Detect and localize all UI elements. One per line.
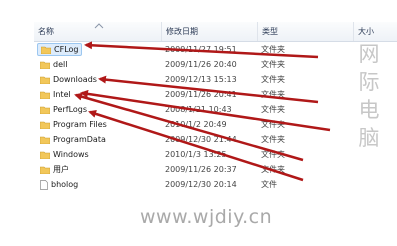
file-name-cell: Program Files [37, 118, 110, 131]
column-header-name-label: 名称 [38, 27, 54, 36]
file-date: 2009/11/26 20:37 [165, 165, 237, 174]
file-name-cell: Intel [37, 88, 74, 101]
file-name-cell: Downloads [37, 73, 100, 86]
file-name-cell: bholog [37, 178, 81, 191]
file-type: 文件夹 [261, 150, 285, 159]
file-name-box: Windows [37, 149, 92, 160]
file-row[interactable]: Windows 2010/1/3 13:25 文件夹 [34, 148, 397, 161]
watermark-char: 际 [358, 70, 380, 94]
navigation-pane [0, 22, 34, 194]
file-name: Intel [53, 90, 71, 99]
file-name: Windows [53, 150, 89, 159]
file-row[interactable]: Program Files 2010/1/2 20:49 文件夹 [34, 118, 397, 131]
watermark-char: 网 [358, 42, 380, 66]
folder-icon [40, 61, 50, 69]
watermark-char: 脑 [358, 126, 380, 150]
file-name-cell: 用户 [37, 163, 72, 176]
file-date: 2009/11/27 19:51 [165, 45, 237, 54]
file-type: 文件夹 [261, 90, 285, 99]
file-type: 文件夹 [261, 120, 285, 129]
file-name-box: Program Files [37, 119, 110, 130]
file-row[interactable]: Intel 2009/11/26 20:41 文件夹 [34, 88, 397, 101]
file-type: 文件夹 [261, 165, 285, 174]
watermark-char: 电 [358, 98, 380, 122]
folder-icon [41, 46, 51, 54]
file-name-box: PerfLogs [37, 104, 90, 115]
file-type: 文件夹 [261, 135, 285, 144]
file-date: 2008/1/21 10:43 [165, 105, 232, 114]
file-type: 文件夹 [261, 60, 285, 69]
file-date: 2009/12/30 21:44 [165, 135, 237, 144]
file-date: 2009/12/30 20:14 [165, 180, 237, 189]
column-header-date-label: 修改日期 [166, 27, 198, 36]
column-header-bar: 名称 修改日期 类型 大小 [34, 22, 397, 42]
footer-url: www.wjdiy.cn [140, 206, 273, 228]
file-row[interactable]: bholog 2009/12/30 20:14 文件 [34, 178, 397, 191]
sort-ascending-icon [94, 23, 104, 29]
file-name: PerfLogs [53, 105, 88, 114]
file-type: 文件夹 [261, 75, 285, 84]
file-name: ProgramData [53, 135, 106, 144]
file-list: 名称 修改日期 类型 大小 CFLog 2009/11/27 19:51 文件夹 de… [34, 22, 397, 194]
column-header-date[interactable]: 修改日期 [161, 22, 257, 41]
folder-icon [40, 76, 50, 84]
column-header-type[interactable]: 类型 [257, 22, 353, 41]
file-name: Downloads [53, 75, 97, 84]
file-date: 2009/12/13 15:13 [165, 75, 237, 84]
file-row[interactable]: PerfLogs 2008/1/21 10:43 文件夹 [34, 103, 397, 116]
file-row[interactable]: dell 2009/11/26 20:40 文件夹 [34, 58, 397, 71]
file-type: 文件夹 [261, 105, 285, 114]
folder-icon [40, 166, 50, 174]
file-name-cell: PerfLogs [37, 103, 90, 116]
folder-icon [40, 136, 50, 144]
file-date: 2009/11/26 20:41 [165, 90, 237, 99]
file-date: 2010/1/3 13:25 [165, 150, 227, 159]
file-type: 文件夹 [261, 45, 285, 54]
file-row[interactable]: 用户 2009/11/26 20:37 文件夹 [34, 163, 397, 176]
file-row[interactable]: Downloads 2009/12/13 15:13 文件夹 [34, 73, 397, 86]
file-name-box: CFLog [37, 43, 83, 56]
file-name: bholog [51, 180, 79, 189]
file-name-box: 用户 [37, 164, 72, 175]
file-name: Program Files [53, 120, 107, 129]
column-header-name[interactable]: 名称 [34, 22, 161, 41]
file-name: CFLog [54, 45, 79, 54]
column-header-size-label: 大小 [358, 27, 374, 36]
column-header-type-label: 类型 [262, 27, 278, 36]
file-name-box: Downloads [37, 74, 100, 85]
file-name-box: dell [37, 59, 70, 70]
folder-icon [40, 121, 50, 129]
folder-icon [40, 106, 50, 114]
file-row[interactable]: ProgramData 2009/12/30 21:44 文件夹 [34, 133, 397, 146]
watermark: 网 际 电 脑 [349, 40, 389, 152]
file-name-cell: dell [37, 58, 70, 71]
file-name-cell: ProgramData [37, 133, 109, 146]
file-name: 用户 [53, 165, 69, 174]
file-row[interactable]: CFLog 2009/11/27 19:51 文件夹 [34, 43, 397, 56]
file-date: 2009/11/26 20:40 [165, 60, 237, 69]
file-name-cell: Windows [37, 148, 92, 161]
file-type: 文件 [261, 180, 277, 189]
file-name-box: ProgramData [37, 134, 109, 145]
column-header-size[interactable]: 大小 [353, 22, 397, 41]
file-date: 2010/1/2 20:49 [165, 120, 227, 129]
file-name-box: bholog [37, 179, 81, 190]
file-icon [40, 179, 48, 190]
folder-icon [40, 91, 50, 99]
file-name-cell: CFLog [37, 43, 83, 56]
file-name: dell [53, 60, 68, 69]
file-name-box: Intel [37, 89, 74, 100]
folder-icon [40, 151, 50, 159]
